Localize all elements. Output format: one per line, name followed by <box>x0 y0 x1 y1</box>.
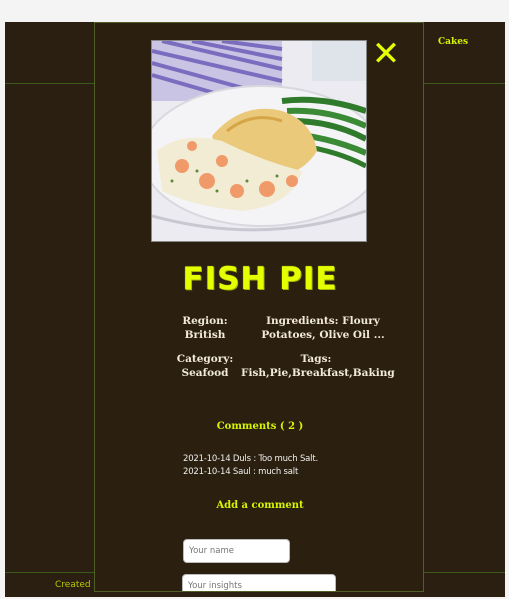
tags-label: Tags: <box>300 353 332 365</box>
category-label: Category: <box>176 353 234 365</box>
close-button[interactable]: ✕ <box>371 37 401 71</box>
tags-value: Fish,Pie,Breakfast,Baking <box>241 367 395 379</box>
name-input[interactable] <box>183 539 290 563</box>
fish-pie-image <box>152 41 366 241</box>
recipe-photo <box>151 40 367 242</box>
region-value: British <box>184 329 226 341</box>
region-label: Region: <box>182 315 228 327</box>
comment-item: 2021-10-14 Duls : Too much Salt. <box>183 454 318 464</box>
insights-input[interactable] <box>182 574 336 591</box>
recipe-modal: ✕ FISH PIE Region: British Ingredients: … <box>94 22 424 592</box>
comment-item: 2021-10-14 Saul : much salt <box>183 467 299 477</box>
ingredients-label: Ingredients: Floury <box>266 315 380 327</box>
category-value: Seafood <box>181 367 229 379</box>
region-block: Region: British <box>169 314 241 342</box>
ingredients-block: Ingredients: Floury Potatoes, Olive Oil … <box>245 314 401 342</box>
footer-text: Created b <box>55 580 100 590</box>
nav-link-cakes[interactable]: Cakes <box>438 37 468 47</box>
comments-title: Comments ( 2 ) <box>216 421 304 432</box>
ingredients-value: Potatoes, Olive Oil ... <box>261 329 385 341</box>
tags-block: Tags: Fish,Pie,Breakfast,Baking <box>241 352 395 380</box>
category-block: Category: Seafood <box>169 352 241 380</box>
add-comment-title: Add a comment <box>216 500 304 511</box>
close-icon[interactable]: ✕ <box>372 34 401 74</box>
recipe-title: FISH PIE <box>182 261 338 297</box>
